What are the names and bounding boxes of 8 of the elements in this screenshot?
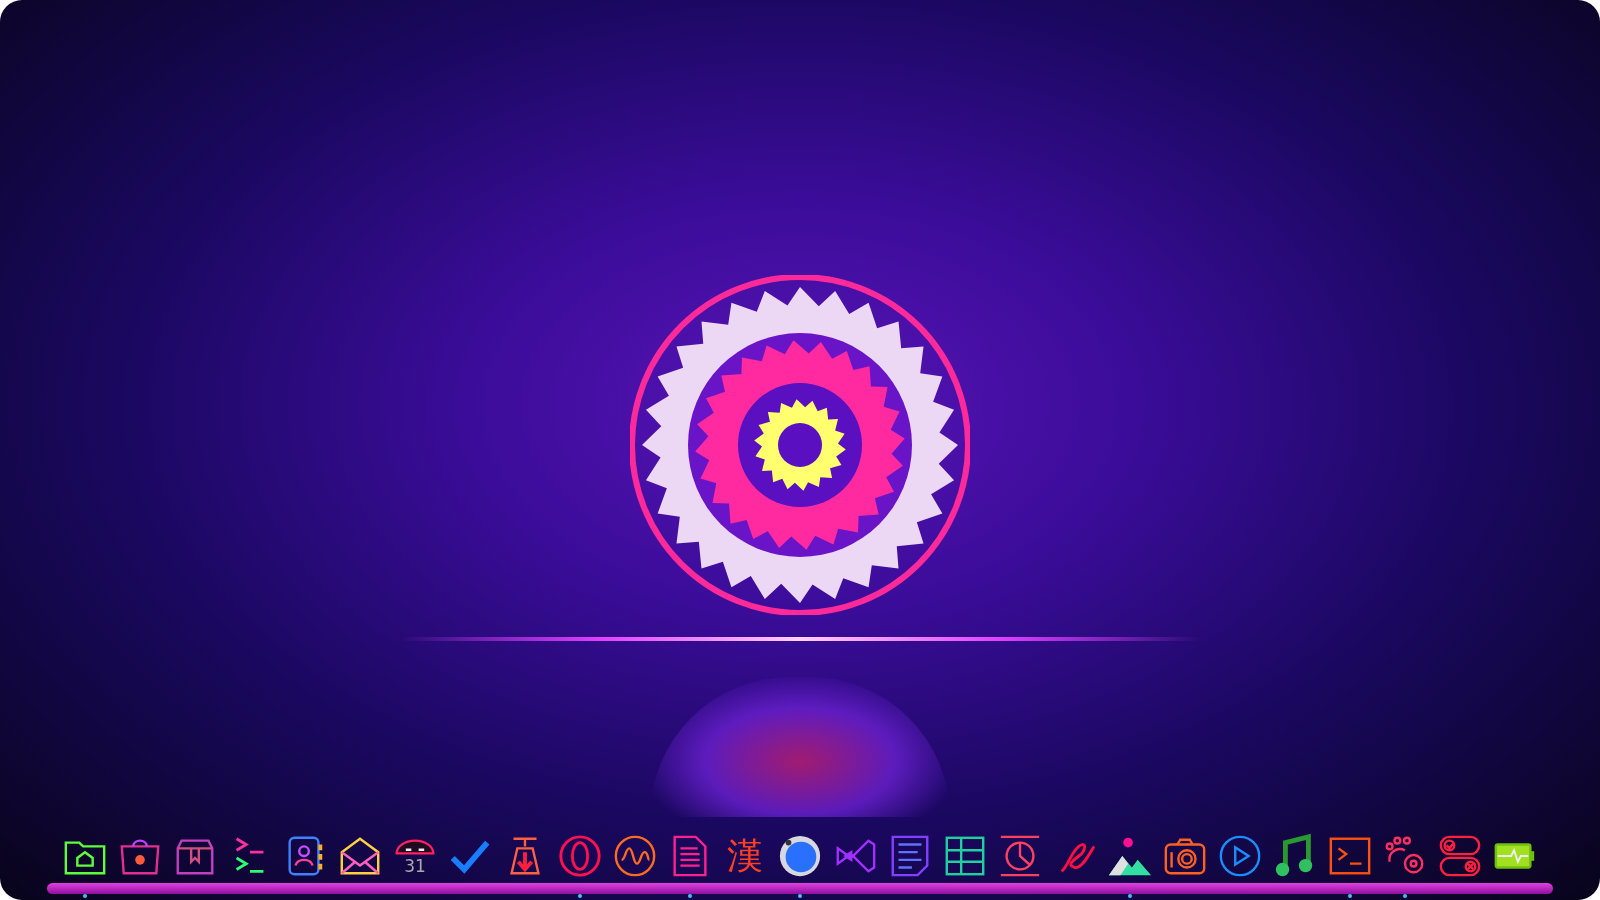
calendar-date[interactable]: 31: [404, 857, 426, 875]
sphere-icon[interactable]: [777, 833, 823, 879]
kanji-glyph[interactable]: 漢: [727, 838, 763, 874]
play-icon[interactable]: [1217, 833, 1263, 879]
ring-icon[interactable]: [557, 833, 603, 879]
toggle-icon[interactable]: [1437, 833, 1483, 879]
waveform-icon[interactable]: [612, 833, 658, 879]
calendar-icon[interactable]: [393, 837, 437, 856]
